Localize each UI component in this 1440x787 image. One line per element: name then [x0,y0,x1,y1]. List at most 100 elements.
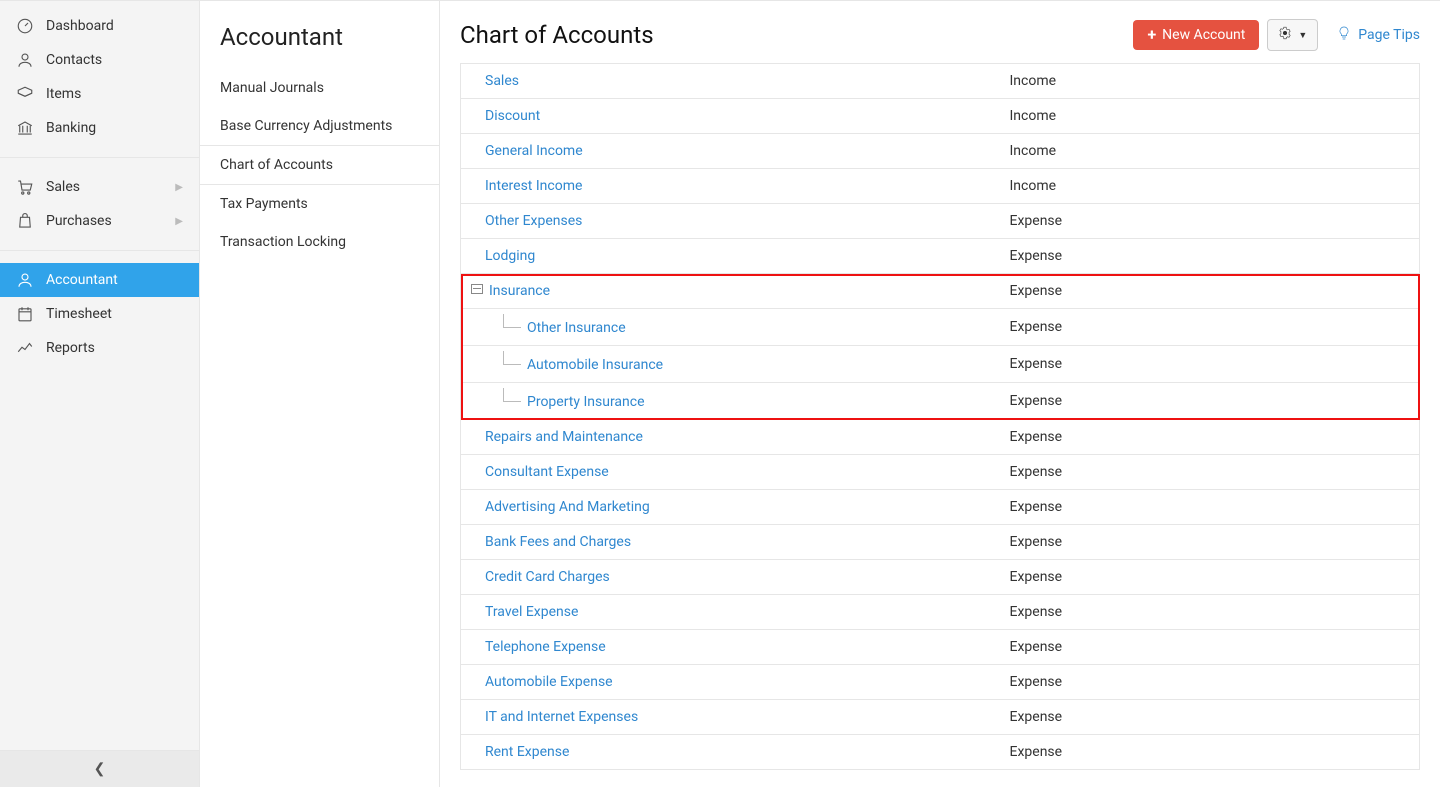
nav-item-purchases[interactable]: Purchases▶ [0,204,199,238]
subnav-item-base-currency-adjustments[interactable]: Base Currency Adjustments [200,107,439,145]
account-type-cell: Expense [1000,383,1420,420]
account-name-link[interactable]: Advertising And Marketing [485,499,650,515]
account-type-cell: Income [1000,99,1420,134]
new-account-button[interactable]: + New Account [1133,20,1259,50]
account-name-link[interactable]: Travel Expense [485,604,578,620]
tree-branch-icon [503,388,521,402]
account-name-link[interactable]: Other Expenses [485,213,582,229]
account-name-cell[interactable]: Bank Fees and Charges [461,525,1000,560]
page-title: Chart of Accounts [460,21,654,49]
account-name-cell[interactable]: Consultant Expense [461,455,1000,490]
account-name-cell[interactable]: Telephone Expense [461,630,1000,665]
settings-dropdown-button[interactable]: ▼ [1267,19,1318,51]
nav-item-items[interactable]: Items [0,77,199,111]
account-type-cell: Expense [1000,700,1420,735]
nav-item-label: Sales [46,179,80,195]
accounts-table-wrap: Sales Income Discount Income General Income I… [440,63,1440,787]
account-name-cell[interactable]: Automobile Insurance [461,346,1000,383]
account-name-link[interactable]: Automobile Insurance [527,357,663,373]
account-type-cell: Expense [1000,239,1420,274]
table-row: Other InsuranceExpense [461,309,1420,346]
account-name-link[interactable]: Credit Card Charges [485,569,610,585]
nav-item-label: Contacts [46,52,102,68]
new-account-label: New Account [1162,27,1245,43]
account-name-link[interactable]: Telephone Expense [485,639,606,655]
nav-item-sales[interactable]: Sales ▶ [0,170,199,204]
table-row: Travel ExpenseExpense [461,595,1420,630]
account-name-link[interactable]: Repairs and Maintenance [485,429,643,445]
account-name-link[interactable]: Discount [485,108,540,124]
account-name-cell[interactable]: Insurance [461,274,1000,309]
table-row: Other ExpensesExpense [461,204,1420,239]
calendar-icon [16,305,34,323]
account-name-cell[interactable]: Lodging [461,239,1000,274]
account-name-cell[interactable]: Credit Card Charges [461,560,1000,595]
account-type-cell: Expense [1000,455,1420,490]
account-name-link[interactable]: General Income [485,143,583,159]
account-name-cell[interactable]: Automobile Expense [461,665,1000,700]
account-name-link[interactable]: Rent Expense [485,744,569,760]
nav-item-timesheet[interactable]: Timesheet [0,297,199,331]
account-name-link[interactable]: Property Insurance [527,394,645,410]
account-name-cell[interactable]: Other Insurance [461,309,1000,346]
subnav-item-tax-payments[interactable]: Tax Payments [200,185,439,223]
account-name-cell[interactable]: Rent Expense [461,735,1000,770]
page-tips-link[interactable]: Page Tips [1336,25,1420,45]
account-type-cell: Expense [1000,630,1420,665]
table-row: Automobile Insurance Expense [461,346,1420,383]
account-name-link[interactable]: Sales [485,73,519,89]
account-name-cell[interactable]: Discount [461,99,1000,134]
account-name-cell[interactable]: Interest Income [461,169,1000,204]
table-row: Advertising And MarketingExpense [461,490,1420,525]
table-row: Credit Card ChargesExpense [461,560,1420,595]
account-name-cell[interactable]: Repairs and Maintenance [461,420,1000,455]
subnav-item-chart-of-accounts[interactable]: Chart of Accounts [200,145,439,185]
chart-icon [16,339,34,357]
account-name-link[interactable]: IT and Internet Expenses [485,709,638,725]
nav-item-label: Banking [46,120,96,136]
user-icon [16,271,34,289]
account-type-cell: Expense [1000,525,1420,560]
table-row: Bank Fees and Charges Expense [461,525,1420,560]
account-name-link[interactable]: Bank Fees and Charges [485,534,631,550]
account-type-cell: Expense [1000,346,1420,383]
account-name-cell[interactable]: Property Insurance [461,383,1000,420]
account-name-link[interactable]: Other Insurance [527,320,626,336]
account-type-cell: Income [1000,64,1420,99]
account-name-link[interactable]: Interest Income [485,178,582,194]
collapse-nav-button[interactable]: ❮ [0,750,199,787]
account-name-cell[interactable]: Other Expenses [461,204,1000,239]
subnav-item-manual-journals[interactable]: Manual Journals [200,69,439,107]
account-name-cell[interactable]: Advertising And Marketing [461,490,1000,525]
account-type-cell: Expense [1000,274,1420,309]
nav-item-label: Reports [46,340,95,356]
page-tips-label: Page Tips [1358,27,1420,43]
account-type-cell: Income [1000,134,1420,169]
account-name-cell[interactable]: Travel Expense [461,595,1000,630]
account-name-cell[interactable]: IT and Internet Expenses [461,700,1000,735]
chevron-right-icon: ▶ [175,182,183,193]
account-name-cell[interactable]: Sales [461,64,1000,99]
table-row: Interest IncomeIncome [461,169,1420,204]
nav-item-accountant[interactable]: Accountant [0,263,199,297]
table-row: Automobile ExpenseExpense [461,665,1420,700]
nav-item-contacts[interactable]: Contacts [0,43,199,77]
tree-branch-icon [503,351,521,365]
subnav-item-transaction-locking[interactable]: Transaction Locking [200,223,439,261]
nav-item-banking[interactable]: Banking [0,111,199,145]
nav-item-reports[interactable]: Reports [0,331,199,365]
table-row: Consultant Expense Expense [461,455,1420,490]
bank-icon [16,119,34,137]
account-name-link[interactable]: Insurance [489,283,550,299]
account-name-link[interactable]: Consultant Expense [485,464,609,480]
account-name-cell[interactable]: General Income [461,134,1000,169]
nav-item-dashboard[interactable]: Dashboard [0,9,199,43]
sub-nav: Accountant Manual JournalsBase Currency … [200,1,440,787]
account-name-link[interactable]: Lodging [485,248,535,264]
nav-separator [0,250,199,251]
account-type-cell: Expense [1000,420,1420,455]
account-name-link[interactable]: Automobile Expense [485,674,613,690]
folder-tree-icon [471,284,483,294]
user-icon [16,51,34,69]
bag-icon [16,212,34,230]
